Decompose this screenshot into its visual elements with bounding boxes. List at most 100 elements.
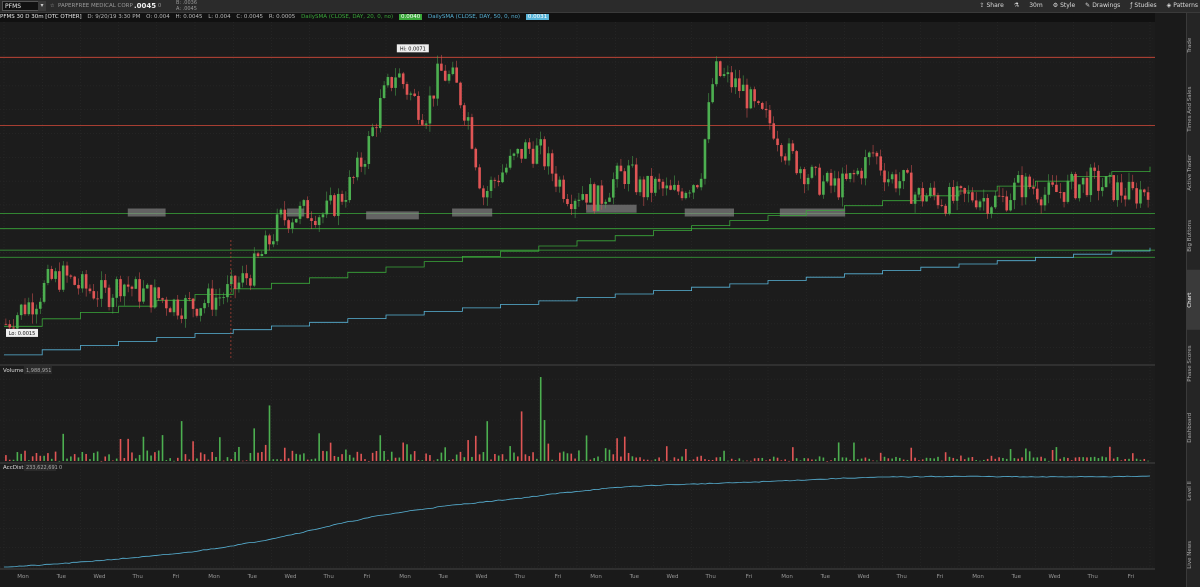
candle-body [592, 184, 596, 211]
volume-bar [1013, 458, 1016, 461]
candle-body [997, 195, 1001, 197]
candle-body [375, 127, 378, 129]
volume-bar [188, 459, 191, 461]
candle-body [466, 117, 470, 121]
candle-body [16, 315, 19, 329]
volume-bar [444, 447, 447, 461]
candle-body [890, 174, 894, 180]
sidebar-tab-chart[interactable]: Chart [1187, 270, 1200, 330]
volume-bar [746, 460, 748, 462]
volume-bar [291, 450, 294, 461]
consolidation-zone [127, 208, 166, 217]
candle-body [921, 188, 925, 202]
x-tick-label: Tue [629, 574, 640, 580]
candle-body [646, 175, 649, 198]
sidebar-tab-level-ii[interactable]: Level II [1187, 461, 1200, 521]
volume-bar [547, 443, 550, 461]
candle-body [1123, 195, 1127, 200]
candle-body [1062, 192, 1066, 202]
candle-body [887, 179, 890, 183]
sidebar-tab-dashboard[interactable]: Dashboard [1187, 398, 1200, 458]
volume-bar [730, 458, 733, 461]
volume-bar [665, 446, 668, 461]
volume-bar [826, 460, 829, 462]
symbol-dropdown-icon[interactable]: ▾ [38, 1, 46, 11]
candle-body [1055, 184, 1058, 192]
share-button[interactable]: ⇪ Share [979, 0, 1003, 12]
candle-body [348, 177, 352, 201]
candle-body [268, 235, 271, 245]
volume-bar [486, 421, 489, 461]
bid-ask: B: .0036 A: .0045 [176, 0, 197, 12]
timeframe-button[interactable]: 30m [1029, 0, 1042, 12]
volume-bar [979, 460, 981, 462]
volume-bar [375, 450, 378, 461]
volume-bar [402, 442, 404, 461]
candle-body [669, 185, 672, 190]
candle-body [940, 205, 944, 206]
candle-body [852, 173, 856, 175]
volume-bar [219, 437, 221, 461]
flask-button[interactable]: ⚗ [1014, 0, 1019, 12]
drawings-button[interactable]: ✎ Drawings [1085, 0, 1120, 12]
candle-body [398, 73, 401, 78]
candle-body [1127, 181, 1131, 200]
style-button[interactable]: ⚙ Style [1053, 0, 1075, 12]
candle-body [42, 282, 46, 302]
candle-body [378, 98, 382, 129]
star-icon[interactable]: ☆ [50, 0, 54, 12]
x-tick-label: Fri [937, 574, 944, 580]
candle-body [699, 178, 703, 188]
candle-body [1078, 184, 1081, 199]
candle-body [906, 170, 909, 173]
sidebar-tab-trade[interactable]: Trade [1187, 15, 1200, 75]
sma20-label[interactable]: DailySMA (CLOSE, DAY, 20, 0, no) [301, 14, 393, 20]
sidebar-tab-big-buttons[interactable]: Big Buttons [1187, 206, 1200, 266]
volume-bar [994, 458, 997, 461]
volume-bar [261, 451, 263, 461]
sidebar-tab-active-trader[interactable]: Active Trader [1187, 143, 1200, 203]
sidebar-tab-live-news[interactable]: Live News [1187, 525, 1200, 585]
volume-bar [352, 457, 355, 461]
volume-bar [92, 452, 95, 461]
volume-bar [417, 459, 420, 461]
volume-bar [528, 456, 531, 461]
candle-body [684, 192, 688, 199]
sidebar-tab-phase-scores[interactable]: Phase Scores [1187, 334, 1200, 394]
volume-bar [310, 459, 313, 461]
volume-bar [719, 457, 722, 461]
candle-body [516, 148, 520, 154]
x-tick-label: Mon [781, 574, 793, 580]
patterns-button[interactable]: ◈ Patterns [1167, 0, 1198, 12]
candle-body [902, 170, 905, 182]
volume-bar [551, 459, 553, 461]
candle-body [352, 177, 355, 178]
volume-bar [601, 460, 603, 462]
volume-bar [822, 457, 825, 461]
candle-body [81, 274, 84, 289]
sidebar-tab-times-and-sales[interactable]: Times And Sales [1187, 79, 1200, 139]
candle-body [401, 73, 405, 85]
x-tick-label: Wed [858, 574, 870, 580]
candle-body [314, 220, 317, 226]
candle-body [730, 72, 734, 88]
volume-bar [154, 452, 156, 461]
volume-bar [1147, 460, 1149, 462]
candle-body [65, 265, 69, 276]
x-tick-label: Thu [132, 574, 143, 580]
volume-bar [410, 454, 412, 461]
volume-bar [1036, 457, 1039, 461]
volume-bar [574, 458, 576, 461]
candle-body [925, 195, 928, 202]
candle-body [459, 82, 462, 106]
volume-bar [47, 453, 49, 461]
chart-area[interactable]: 0.00750.0070.00650.0060.00550.0050.00450… [0, 22, 1155, 587]
candle-body [409, 93, 413, 95]
candle-body [1036, 188, 1039, 200]
volume-bar [253, 428, 256, 461]
studies-button[interactable]: ƒ Studies [1130, 0, 1156, 12]
sma50-label[interactable]: DailySMA (CLOSE, DAY, 50, 0, no) [428, 14, 520, 20]
candle-body [944, 205, 947, 214]
candle-body [359, 157, 363, 167]
candle-body [272, 241, 275, 245]
